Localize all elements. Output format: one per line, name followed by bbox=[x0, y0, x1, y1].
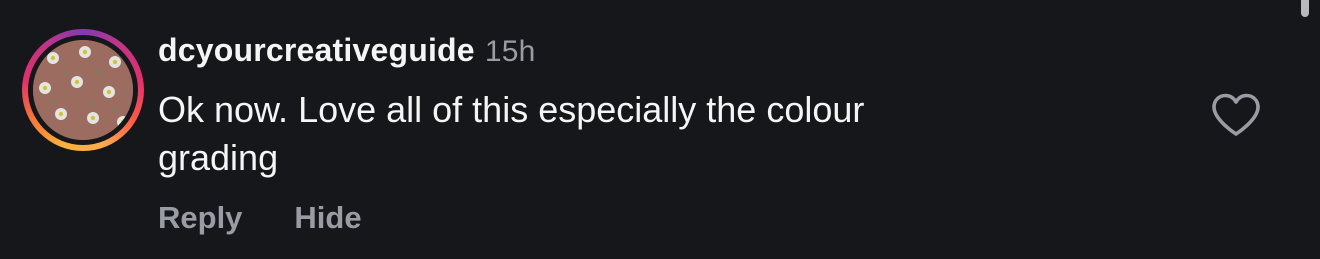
username-link[interactable]: dcyourcreativeguide bbox=[158, 32, 475, 68]
comment-header: dcyourcreativeguide 15h bbox=[158, 32, 535, 69]
comment-actions: Reply Hide bbox=[158, 200, 362, 236]
avatar[interactable] bbox=[33, 40, 133, 140]
comment-timestamp: 15h bbox=[484, 35, 536, 68]
reply-button[interactable]: Reply bbox=[158, 200, 242, 236]
avatar-flower-pattern bbox=[33, 40, 133, 140]
hide-button[interactable]: Hide bbox=[294, 200, 361, 236]
heart-outline-icon bbox=[1212, 93, 1260, 136]
like-button[interactable] bbox=[1210, 92, 1262, 138]
comment-text: Ok now. Love all of this especially the … bbox=[158, 86, 1098, 182]
comment-item: dcyourcreativeguide 15h Ok now. Love all … bbox=[0, 0, 1320, 259]
comment-text-line: grading bbox=[158, 137, 279, 178]
scrollbar-thumb[interactable] bbox=[1301, 0, 1309, 17]
avatar-story-ring[interactable] bbox=[22, 29, 144, 151]
comment-text-line: Ok now. Love all of this especially the … bbox=[158, 89, 865, 130]
